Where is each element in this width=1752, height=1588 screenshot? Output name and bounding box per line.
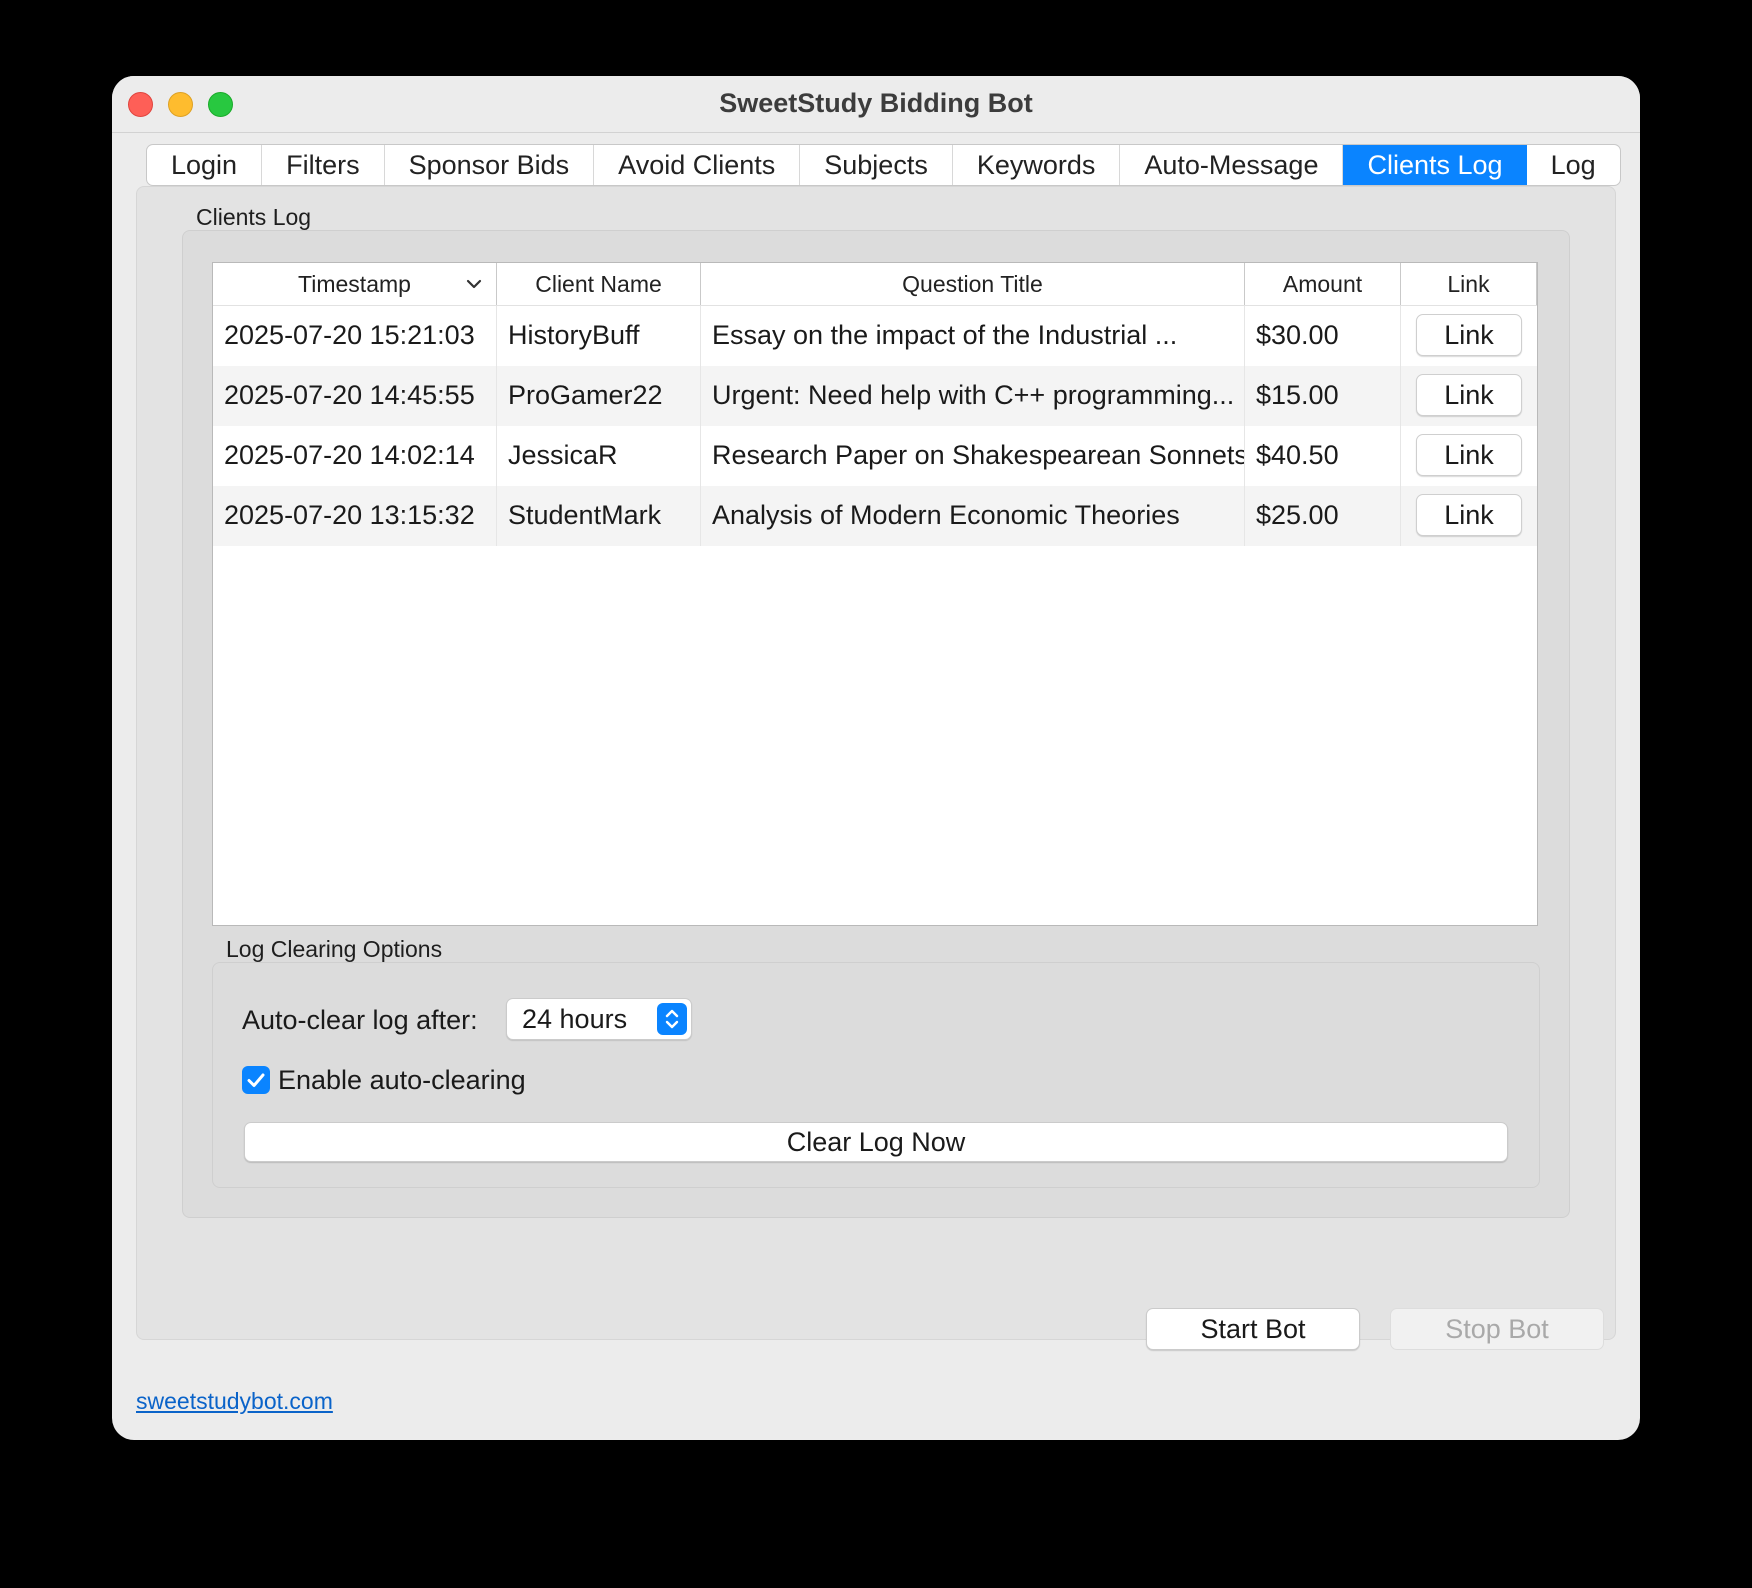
chevron-down-icon [464,263,484,305]
clients-table: Timestamp Client Name Question Title Amo… [212,262,1538,926]
checkmark-icon [242,1073,270,1098]
stop-bot-button[interactable]: Stop Bot [1390,1308,1604,1350]
cell-client-name: HistoryBuff [497,306,701,366]
cell-amount: $40.50 [1245,426,1401,486]
auto-clear-value: 24 hours [522,1004,628,1034]
table-row[interactable]: 2025-07-20 15:21:03 HistoryBuff Essay on… [213,306,1537,366]
cell-question-title: Urgent: Need help with C++ programming..… [701,366,1245,426]
cell-timestamp: 2025-07-20 14:45:55 [213,366,497,426]
tab-avoid-clients[interactable]: Avoid Clients [594,145,801,185]
column-header-timestamp[interactable]: Timestamp [213,263,497,305]
tab-keywords[interactable]: Keywords [953,145,1121,185]
cell-amount: $15.00 [1245,366,1401,426]
table-row[interactable]: 2025-07-20 13:15:32 StudentMark Analysis… [213,486,1537,546]
tab-filters[interactable]: Filters [262,145,385,185]
cell-client-name: ProGamer22 [497,366,701,426]
auto-clear-select[interactable]: 24 hours [506,998,692,1040]
column-header-link[interactable]: Link [1401,263,1537,305]
link-button[interactable]: Link [1416,494,1522,536]
enable-auto-clearing-label[interactable]: Enable auto-clearing [278,1065,526,1096]
auto-clear-label: Auto-clear log after: [242,1005,478,1035]
tab-sponsor-bids[interactable]: Sponsor Bids [385,145,595,185]
cell-timestamp: 2025-07-20 14:02:14 [213,426,497,486]
link-button[interactable]: Link [1416,434,1522,476]
cell-timestamp: 2025-07-20 13:15:32 [213,486,497,546]
website-link[interactable]: sweetstudybot.com [136,1388,333,1415]
cell-question-title: Research Paper on Shakespearean Sonnets [701,426,1245,486]
start-bot-button[interactable]: Start Bot [1146,1308,1360,1350]
tab-auto-message[interactable]: Auto-Message [1120,145,1344,185]
cell-question-title: Analysis of Modern Economic Theories [701,486,1245,546]
log-clearing-group-label: Log Clearing Options [226,936,443,962]
up-down-arrows-icon [657,1003,687,1035]
tab-log[interactable]: Log [1527,145,1620,185]
cell-client-name: JessicaR [497,426,701,486]
link-button[interactable]: Link [1416,314,1522,356]
column-header-question-title[interactable]: Question Title [701,263,1245,305]
enable-auto-clearing-checkbox[interactable] [242,1066,270,1094]
title-bar: SweetStudy Bidding Bot [112,76,1640,133]
clear-log-now-button[interactable]: Clear Log Now [244,1122,1508,1162]
tab-bar: Login Filters Sponsor Bids Avoid Clients… [146,144,1621,186]
table-row[interactable]: 2025-07-20 14:45:55 ProGamer22 Urgent: N… [213,366,1537,426]
cell-question-title: Essay on the impact of the Industrial ..… [701,306,1245,366]
column-header-label: Timestamp [298,271,411,297]
tab-clients-log[interactable]: Clients Log [1343,145,1527,185]
column-header-client-name[interactable]: Client Name [497,263,701,305]
tab-login[interactable]: Login [147,145,263,185]
table-header: Timestamp Client Name Question Title Amo… [213,263,1537,306]
column-header-amount[interactable]: Amount [1245,263,1401,305]
table-row[interactable]: 2025-07-20 14:02:14 JessicaR Research Pa… [213,426,1537,486]
window-title: SweetStudy Bidding Bot [719,88,1033,118]
cell-amount: $25.00 [1245,486,1401,546]
cell-timestamp: 2025-07-20 15:21:03 [213,306,497,366]
cell-client-name: StudentMark [497,486,701,546]
clients-log-group-label: Clients Log [196,204,312,230]
tab-subjects[interactable]: Subjects [800,145,953,185]
link-button[interactable]: Link [1416,374,1522,416]
cell-amount: $30.00 [1245,306,1401,366]
